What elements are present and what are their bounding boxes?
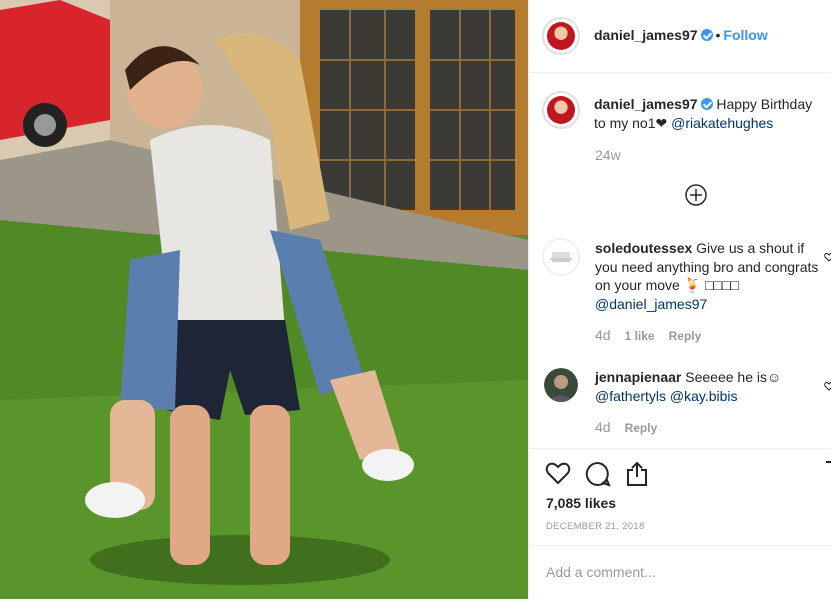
comment-mention[interactable]: @daniel_james97 xyxy=(595,296,707,312)
comment-icon[interactable] xyxy=(585,461,611,492)
caption-age[interactable]: 24w xyxy=(595,147,621,163)
add-circle-icon[interactable] xyxy=(685,184,707,206)
comment-likes[interactable]: 1 like xyxy=(625,329,655,343)
comment-mention[interactable]: @fathertyls @kay.bibis xyxy=(595,388,738,404)
comment-text: Seeeee he is☺ xyxy=(685,369,782,385)
caption-username[interactable]: daniel_james97 xyxy=(594,96,698,112)
post-header: daniel_james97 • Follow xyxy=(529,0,831,73)
comment-age[interactable]: 4d xyxy=(595,327,611,343)
comment-1: soledoutessex Give us a shout if you nee… xyxy=(595,239,819,313)
comment-age[interactable]: 4d xyxy=(595,419,611,435)
caption-avatar[interactable] xyxy=(542,91,580,129)
separator-dot: • xyxy=(715,27,721,43)
comment-meta: 4d Reply xyxy=(595,419,671,435)
commenter-avatar[interactable] xyxy=(542,238,580,276)
post-sidebar: daniel_james97 • Follow daniel_james97 Hap… xyxy=(528,0,831,599)
reply-button[interactable]: Reply xyxy=(669,329,702,343)
comment-username[interactable]: jennapienaar xyxy=(595,369,681,385)
share-icon[interactable] xyxy=(625,461,649,492)
like-icon[interactable] xyxy=(545,461,571,490)
author-username[interactable]: daniel_james97 xyxy=(594,27,698,43)
like-comment-icon[interactable] xyxy=(824,378,831,391)
comment-symbols: 🍹 □□□□ xyxy=(683,277,739,293)
commenter-avatar[interactable] xyxy=(544,368,578,402)
save-icon[interactable] xyxy=(825,461,831,492)
comment-2: jennapienaar Seeeee he is☺ @fathertyls @… xyxy=(595,368,819,405)
verified-icon xyxy=(700,98,713,110)
comment-meta: 4d 1 like Reply xyxy=(595,327,715,343)
photo-illustration xyxy=(0,0,528,599)
follow-button[interactable]: Follow xyxy=(723,27,767,43)
like-comment-icon[interactable] xyxy=(824,249,831,262)
post-photo[interactable] xyxy=(0,0,528,599)
caption: daniel_james97 Happy Birthday to my no1❤… xyxy=(594,95,826,132)
reply-button[interactable]: Reply xyxy=(625,421,658,435)
add-comment-bar[interactable]: Add a comment... xyxy=(529,545,831,601)
caption-mention[interactable]: @riakatehughes xyxy=(671,115,773,131)
verified-icon xyxy=(700,29,713,41)
author-avatar[interactable] xyxy=(542,17,580,55)
comment-username[interactable]: soledoutessex xyxy=(595,240,692,256)
post-actions: 7,085 likes DECEMBER 21, 2018 Add a comm… xyxy=(529,448,831,600)
post-date[interactable]: DECEMBER 21, 2018 xyxy=(546,521,645,532)
like-count[interactable]: 7,085 likes xyxy=(546,495,616,511)
add-comment-input[interactable]: Add a comment... xyxy=(546,564,656,580)
